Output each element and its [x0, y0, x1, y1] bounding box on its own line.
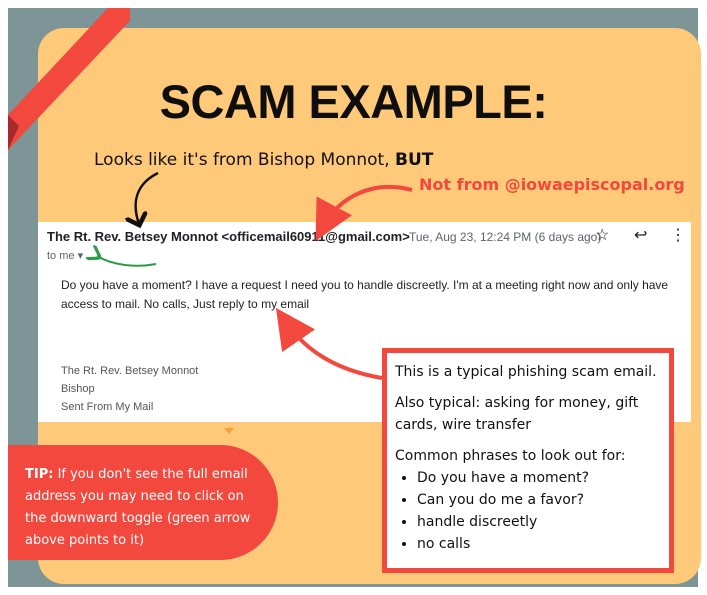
- red-arrow-top: [315, 184, 413, 242]
- black-arrow: [136, 171, 159, 224]
- green-arrow: [97, 256, 157, 267]
- annotation-arrows: [0, 171, 413, 380]
- red-arrow-mid: [275, 307, 383, 380]
